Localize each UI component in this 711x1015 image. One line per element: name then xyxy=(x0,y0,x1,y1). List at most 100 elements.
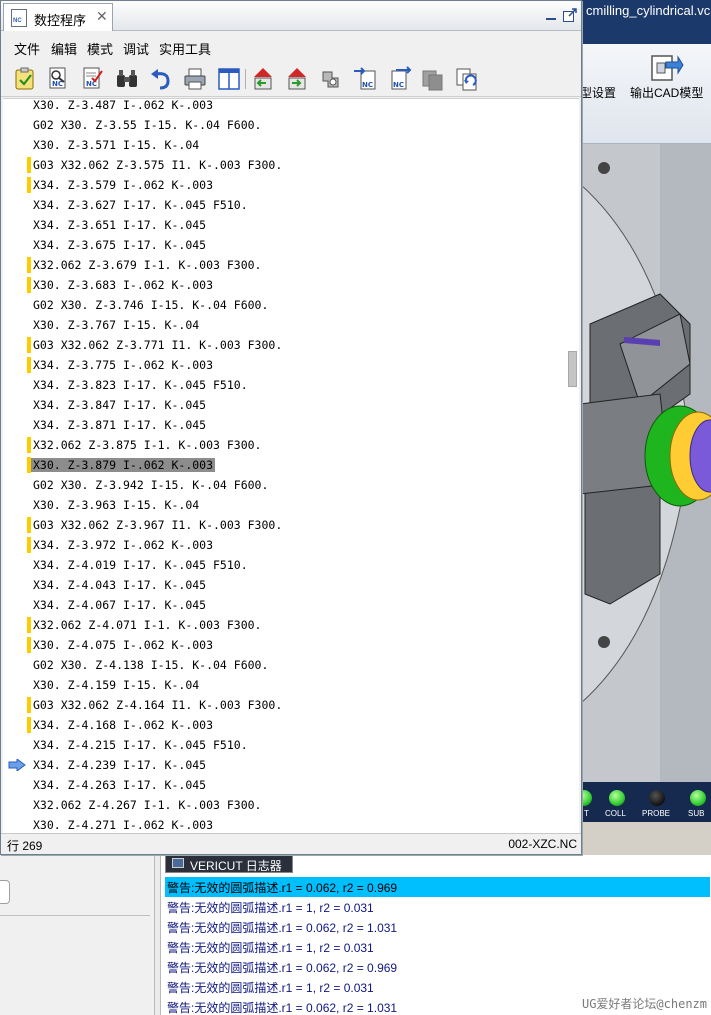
nc-code-text: G03 X32.062 Z-3.575 I1. K-.003 F300. xyxy=(33,158,283,172)
log-message[interactable]: 警告:无效的圆弧描述.r1 = 0.062, r2 = 0.969 xyxy=(165,957,710,977)
print-icon[interactable] xyxy=(182,66,208,92)
nc-code-line[interactable]: G03 X32.062 Z-3.967 I1. K-.003 F300. xyxy=(3,515,563,535)
nc-code-line[interactable]: G03 X32.062 Z-3.771 I1. K-.003 F300. xyxy=(3,335,563,355)
background-ribbon: 型设置 输出CAD模型 xyxy=(580,44,711,144)
nc-code-line[interactable]: X30. Z-3.571 I-15. K-.04 xyxy=(3,135,563,155)
nc-code-line[interactable]: G03 X32.062 Z-4.164 I1. K-.003 F300. xyxy=(3,695,563,715)
nc-code-line[interactable]: X30. Z-3.683 I-.062 K-.003 xyxy=(3,275,563,295)
sub-lamp-icon xyxy=(690,790,706,806)
ribbon-model-settings-button[interactable]: 型设置 xyxy=(580,84,616,101)
nc-code-line[interactable]: X34. Z-3.972 I-.062 K-.003 xyxy=(3,535,563,555)
binoculars-icon[interactable] xyxy=(114,66,140,92)
nc-code-line[interactable]: X32.062 Z-3.875 I-1. K-.003 F300. xyxy=(3,435,563,455)
nc-code-line[interactable]: X34. Z-3.847 I-17. K-.045 xyxy=(3,395,563,415)
nc-code-line[interactable]: X34. Z-4.019 I-17. K-.045 F510. xyxy=(3,555,563,575)
machine-model-graphic xyxy=(580,144,711,782)
menu-debug[interactable]: 调试 xyxy=(123,39,149,58)
nc-code-line[interactable]: X34. Z-4.168 I-.062 K-.003 xyxy=(3,715,563,735)
log-message[interactable]: 警告:无效的圆弧描述.r1 = 1, r2 = 0.031 xyxy=(165,977,710,997)
log-message[interactable]: 警告:无效的圆弧描述.r1 = 1, r2 = 0.031 xyxy=(165,897,710,917)
check-syntax-icon[interactable] xyxy=(12,66,38,92)
nc-code-line[interactable]: X30. Z-4.271 I-.062 K-.003 xyxy=(3,815,563,833)
3d-viewport[interactable] xyxy=(580,144,711,782)
nc-code-line[interactable]: G02 X30. Z-3.746 I-15. K-.04 F600. xyxy=(3,295,563,315)
undo-icon[interactable] xyxy=(148,66,174,92)
svg-text:NC: NC xyxy=(52,80,63,88)
vertical-scrollbar[interactable] xyxy=(566,99,578,833)
watermark: UG爱好者论坛@chenzm xyxy=(581,997,707,1011)
menu-edit[interactable]: 编辑 xyxy=(51,39,77,58)
nc-code-text: X34. Z-4.043 I-17. K-.045 xyxy=(33,578,207,592)
nc-export-icon[interactable]: NC xyxy=(386,66,412,92)
nc-code-text: X30. Z-4.271 I-.062 K-.003 xyxy=(33,818,214,832)
nc-code-line[interactable]: X34. Z-4.067 I-17. K-.045 xyxy=(3,595,563,615)
log-message[interactable]: 警告:无效的圆弧描述.r1 = 0.062, r2 = 0.969 xyxy=(165,877,710,897)
nc-code-line[interactable]: X34. Z-3.651 I-17. K-.045 xyxy=(3,215,563,235)
nc-code-line[interactable]: X34. Z-3.871 I-17. K-.045 xyxy=(3,415,563,435)
nc-code-text: X34. Z-4.168 I-.062 K-.003 xyxy=(33,718,214,732)
split-view-icon[interactable] xyxy=(216,66,242,92)
nc-code-line[interactable]: X30. Z-3.767 I-15. K-.04 xyxy=(3,315,563,335)
step-forward-icon[interactable] xyxy=(284,66,310,92)
probe-lamp-label: PROBE xyxy=(642,809,671,818)
background-app-titlebar[interactable]: cmilling_cylindrical.vcp xyxy=(580,0,711,44)
nc-program-tab-title: 数控程序 xyxy=(34,13,87,28)
nc-code-line[interactable]: G02 X30. Z-4.138 I-15. K-.04 F600. xyxy=(3,655,563,675)
machine-status-bar: T COLL PROBE SUB xyxy=(576,782,711,822)
nc-code-line[interactable]: X34. Z-3.627 I-17. K-.045 F510. xyxy=(3,195,563,215)
copy-disabled-icon[interactable] xyxy=(420,66,446,92)
menu-utilities[interactable]: 实用工具 xyxy=(159,39,211,58)
nc-code-line[interactable]: X34. Z-3.675 I-17. K-.045 xyxy=(3,235,563,255)
nc-code-line[interactable]: X34. Z-4.043 I-17. K-.045 xyxy=(3,575,563,595)
nc-code-text: G03 X32.062 Z-4.164 I1. K-.003 F300. xyxy=(33,698,283,712)
nc-code-text: X30. Z-3.487 I-.062 K-.003 xyxy=(33,98,214,112)
minimize-icon[interactable] xyxy=(543,7,559,23)
nc-code-text: X34. Z-4.263 I-17. K-.045 xyxy=(33,778,207,792)
nc-code-line[interactable]: X34. Z-3.823 I-17. K-.045 F510. xyxy=(3,375,563,395)
nc-code-line[interactable]: X34. Z-3.579 I-.062 K-.003 xyxy=(3,175,563,195)
left-dock-panel xyxy=(0,855,155,1015)
log-message[interactable]: 警告:无效的圆弧描述.r1 = 0.062, r2 = 1.031 xyxy=(165,917,710,937)
log-panel-tab[interactable]: VERICUT 日志器 xyxy=(165,853,293,873)
svg-text:NC: NC xyxy=(393,81,404,89)
nc-verify-icon[interactable]: NC xyxy=(80,66,106,92)
ribbon-export-cad-button[interactable]: 输出CAD模型 xyxy=(630,84,703,101)
nc-code-line[interactable]: G02 X30. Z-3.55 I-15. K-.04 F600. xyxy=(3,115,563,135)
nc-code-text: X30. Z-3.571 I-15. K-.04 xyxy=(33,138,200,152)
menu-file[interactable]: 文件 xyxy=(14,39,40,58)
nc-code-text: X30. Z-4.159 I-15. K-.04 xyxy=(33,678,200,692)
nc-import-icon[interactable]: NC xyxy=(352,66,378,92)
nc-code-text: X34. Z-3.675 I-17. K-.045 xyxy=(33,238,207,252)
nc-search-icon[interactable]: NC xyxy=(46,66,72,92)
nc-code-line[interactable]: X32.062 Z-4.071 I-1. K-.003 F300. xyxy=(3,615,563,635)
log-message[interactable]: 警告:无效的圆弧描述.r1 = 1, r2 = 0.031 xyxy=(165,937,710,957)
nc-code-line[interactable]: X34. Z-3.775 I-.062 K-.003 xyxy=(3,355,563,375)
nc-code-editor[interactable]: X30. Z-3.487 I-.062 K-.003 G02 X30. Z-3.5… xyxy=(3,98,579,833)
nc-code-line[interactable]: X34. Z-4.263 I-17. K-.045 xyxy=(3,775,563,795)
float-window-icon[interactable] xyxy=(562,7,578,23)
nc-refresh-icon[interactable] xyxy=(454,66,480,92)
nc-code-line[interactable]: G03 X32.062 Z-3.575 I1. K-.003 F300. xyxy=(3,155,563,175)
left-panel-field[interactable] xyxy=(0,880,10,904)
nc-code-line[interactable]: X32.062 Z-4.267 I-1. K-.003 F300. xyxy=(3,795,563,815)
nc-code-line[interactable]: X30. Z-3.879 I-.062 K-.003 xyxy=(3,455,563,475)
close-tab-icon[interactable]: ✕ xyxy=(96,8,108,25)
nc-program-tab[interactable]: 数控程序 ✕ xyxy=(3,3,113,31)
nc-code-line[interactable]: X30. Z-3.487 I-.062 K-.003 xyxy=(3,98,563,115)
sub-lamp-label: SUB xyxy=(688,809,705,818)
nc-code-line[interactable]: G02 X30. Z-3.942 I-15. K-.04 F600. xyxy=(3,475,563,495)
menu-mode[interactable]: 模式 xyxy=(87,39,113,58)
nc-code-line[interactable]: X34. Z-4.215 I-17. K-.045 F510. xyxy=(3,735,563,755)
vericut-log-panel: VERICUT 日志器 警告:无效的圆弧描述.r1 = 0.062, r2 = … xyxy=(160,853,711,1015)
nc-code-line[interactable]: X34. Z-4.239 I-17. K-.045 xyxy=(3,755,563,775)
nc-window-titlebar[interactable]: 数控程序 ✕ xyxy=(1,1,581,31)
nc-code-line[interactable]: X32.062 Z-3.679 I-1. K-.003 F300. xyxy=(3,255,563,275)
nc-toolbar: NC NC NC NC xyxy=(1,61,581,97)
nc-code-line[interactable]: X30. Z-4.075 I-.062 K-.003 xyxy=(3,635,563,655)
scrollbar-thumb[interactable] xyxy=(568,351,577,387)
step-back-icon[interactable] xyxy=(250,66,276,92)
nc-code-line[interactable]: X30. Z-4.159 I-15. K-.04 xyxy=(3,675,563,695)
nc-code-line[interactable]: X30. Z-3.963 I-15. K-.04 xyxy=(3,495,563,515)
settings-icon[interactable] xyxy=(318,66,344,92)
nc-code-text: X34. Z-3.627 I-17. K-.045 F510. xyxy=(33,198,248,212)
